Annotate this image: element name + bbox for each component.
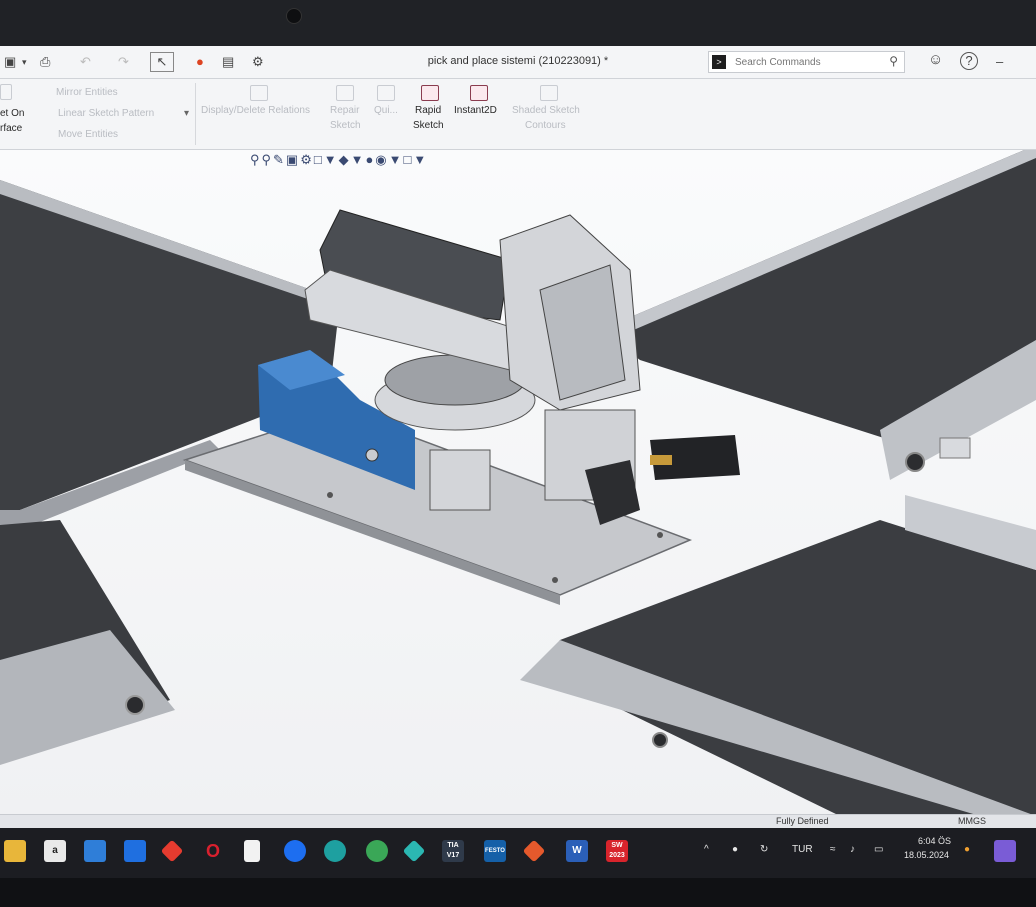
mirror-entities-button[interactable]: Mirror Entities [56, 87, 118, 98]
minimize-button[interactable]: – [996, 53, 1003, 71]
print-icon[interactable]: ⎙ [40, 53, 50, 71]
document-title: pick and place sistemi (210223091) * [427, 55, 609, 67]
clock-date[interactable]: 18.05.2024 [904, 850, 949, 860]
matlab-icon[interactable] [522, 839, 546, 863]
rapid-sketch-label-2: Sketch [413, 120, 444, 131]
sketch-status: Fully Defined [776, 816, 829, 826]
select-icon[interactable]: ↖ [150, 52, 174, 72]
instant2d-icon [470, 85, 488, 101]
solidworks-window: ▣ ▾ ⎙ ↶ ↷ ↖ ● ▤ ⚙ pick and place sistemi… [0, 46, 1036, 828]
help-icon[interactable]: ? [960, 52, 978, 70]
notification-bell-icon[interactable]: ● [964, 844, 970, 855]
title-bar: ▣ ▾ ⎙ ↶ ↷ ↖ ● ▤ ⚙ pick and place sistemi… [0, 46, 1036, 79]
clock-time[interactable]: 6:04 ÖS [918, 836, 951, 846]
search-commands[interactable]: > ⚲ [708, 51, 905, 73]
save-icon[interactable]: ▣ [4, 53, 16, 71]
rapid-sketch-icon [421, 85, 439, 101]
set-on-surface-label-2[interactable]: rface [0, 123, 22, 134]
traffic-light-icon[interactable]: ● [196, 53, 204, 71]
ribbon-divider [195, 83, 196, 145]
view-heads-up-toolbar[interactable]: ⚲⚲✎▣⚙□▼◆▼●◉▼□▼ [250, 152, 428, 174]
search-input[interactable] [733, 54, 877, 70]
search-icon[interactable]: ⚲ [889, 54, 898, 68]
shaded-contours-label-2: Contours [525, 120, 566, 131]
model-view [0, 150, 1036, 816]
status-bar: Fully Defined MMGS [0, 814, 1036, 828]
opera-icon[interactable]: O [202, 840, 224, 862]
set-on-surface-label-1[interactable]: et On [0, 108, 24, 119]
options-gear-icon[interactable]: ⚙ [252, 53, 264, 71]
repair-sketch-icon [336, 85, 354, 101]
display-delete-relations-button[interactable]: Display/Delete Relations [201, 105, 310, 116]
unit-system[interactable]: MMGS [958, 816, 986, 826]
dropbox-icon[interactable] [124, 840, 146, 862]
solidworks-icon[interactable]: SW 2023 [606, 840, 628, 862]
webcam [286, 8, 302, 24]
terminal-icon: > [712, 55, 726, 69]
chevron-down-icon[interactable]: ▾ [22, 53, 27, 71]
tray-app-icon[interactable]: ● [732, 844, 738, 855]
festo-icon[interactable]: FESTO [484, 840, 506, 862]
tia-portal-icon[interactable]: TIA V17 [442, 840, 464, 862]
quick-snaps-icon [377, 85, 395, 101]
relations-icon [250, 85, 268, 101]
file-properties-icon[interactable]: ▤ [222, 53, 234, 71]
taskbar: a O TIA V17 FESTO W SW 2023 ^ ● ↻ TUR ≈ … [0, 828, 1036, 878]
word-icon[interactable]: W [566, 840, 588, 862]
instant2d-button[interactable]: Instant2D [454, 105, 497, 116]
document-icon[interactable] [244, 840, 260, 862]
sync-icon[interactable]: ↻ [760, 844, 768, 855]
repair-sketch-label-2: Sketch [330, 120, 361, 131]
chrome-icon[interactable] [366, 840, 388, 862]
graphics-area[interactable]: ⚲⚲✎▣⚙□▼◆▼●◉▼□▼ [0, 150, 1036, 816]
shaded-sketch-contours-button[interactable]: Shaded Sketch [512, 105, 580, 116]
teamviewer-icon[interactable] [284, 840, 306, 862]
monitor-bezel-bottom [0, 878, 1036, 907]
shaded-contours-icon [540, 85, 558, 101]
redo-icon[interactable]: ↷ [118, 53, 129, 71]
diamond-app-icon[interactable] [402, 839, 426, 863]
command-manager-ribbon: et On rface Mirror Entities Linear Sketc… [0, 79, 1036, 150]
language-indicator[interactable]: TUR [792, 844, 813, 855]
red-diamond-icon[interactable] [160, 839, 184, 863]
vertical-cylinder [499, 214, 641, 501]
edge-icon[interactable] [324, 840, 346, 862]
wifi-icon[interactable]: ≈ [830, 844, 836, 855]
horizontal-cylinder [304, 209, 521, 371]
move-entities-button[interactable]: Move Entities [58, 129, 118, 140]
copilot-icon[interactable] [994, 840, 1016, 862]
notepad-a-icon[interactable]: a [44, 840, 66, 862]
mail-icon[interactable] [84, 840, 106, 862]
rapid-sketch-button[interactable]: Rapid [415, 105, 441, 116]
linear-sketch-pattern-button[interactable]: Linear Sketch Pattern [58, 108, 154, 119]
monitor-bezel-top [0, 0, 1036, 46]
user-icon[interactable]: ☺ [928, 51, 943, 69]
set-on-surface-icon [0, 84, 12, 100]
rotary-shaft [429, 449, 491, 511]
bottom-left-conveyor [0, 520, 175, 765]
volume-icon[interactable]: ♪ [850, 844, 855, 855]
right-conveyor [600, 150, 1036, 480]
repair-sketch-button[interactable]: Repair [330, 105, 359, 116]
undo-icon[interactable]: ↶ [80, 53, 91, 71]
chevron-up-icon[interactable]: ^ [704, 844, 709, 855]
chevron-down-icon[interactable]: ▾ [184, 108, 189, 119]
quick-snaps-button[interactable]: Qui... [374, 105, 398, 116]
file-explorer-icon[interactable] [4, 840, 26, 862]
battery-icon[interactable]: ▭ [874, 844, 883, 855]
